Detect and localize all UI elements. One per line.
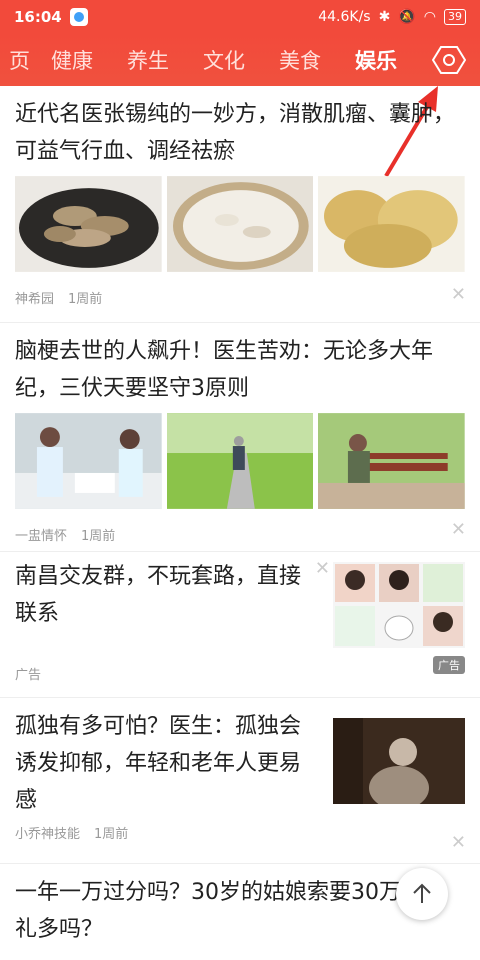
dismiss-icon[interactable]: ✕	[451, 284, 466, 305]
herb-slices-bowl-image	[15, 176, 162, 272]
back-to-top-button[interactable]	[396, 868, 448, 920]
herb-pieces-plate-image	[166, 176, 314, 272]
dismiss-icon[interactable]: ✕	[451, 519, 466, 540]
article-title[interactable]: 近代名医张锡纯的一妙方，消散肌瘤、囊肿，可益气行血、调经祛瘀	[15, 96, 465, 170]
article-images	[15, 176, 466, 272]
article-card[interactable]: 近代名医张锡纯的一妙方，消散肌瘤、囊肿，可益气行血、调经祛瘀 神希园 1周前 ✕	[0, 86, 480, 323]
article-title[interactable]: 脑梗去世的人飙升！医生苦劝：无论多大年纪，三伏天要坚守3原则	[15, 333, 465, 407]
dismiss-icon[interactable]: ✕	[315, 558, 330, 579]
app-notification-icon	[69, 8, 88, 26]
tab-food[interactable]: 美食	[262, 45, 338, 75]
lonely-elderly-image	[333, 718, 465, 804]
article-time: 1周前	[68, 291, 103, 307]
article-title[interactable]: 孤独有多可怕？医生：孤独会诱发抑郁，年轻和老年人更易感	[15, 708, 315, 819]
tab-home[interactable]: 页	[0, 45, 34, 75]
ad-badge[interactable]: 广告	[433, 656, 465, 674]
category-tab-bar: 页 健康 养生 文化 美食 娱乐	[0, 34, 480, 86]
battery-icon: 39	[444, 9, 466, 25]
article-card[interactable]: 脑梗去世的人飙升！医生苦劝：无论多大年纪，三伏天要坚守3原则 一盅情怀 1周前 …	[0, 323, 480, 552]
ad-card[interactable]: 南昌交友群，不玩套路，直接联系 ✕ 广告 广告	[0, 552, 480, 698]
news-feed: 近代名医张锡纯的一妙方，消散肌瘤、囊肿，可益气行血、调经祛瘀 神希园 1周前 ✕…	[0, 86, 480, 948]
article-source: 小乔神技能	[15, 826, 81, 842]
dried-herb-flakes-image	[318, 176, 466, 272]
article-meta: 小乔神技能 1周前	[15, 821, 465, 843]
status-right: 44.6K/s ✱ 🔕 ◠ 39	[318, 9, 466, 25]
settings-hexagon-icon[interactable]	[432, 45, 466, 75]
arrow-up-icon	[413, 883, 431, 903]
article-time: 1周前	[94, 826, 129, 842]
ad-label: 广告	[15, 667, 42, 683]
tab-wellness[interactable]: 养生	[110, 45, 186, 75]
elderly-walking-park-image	[166, 413, 314, 509]
ad-meta: 广告	[15, 662, 465, 684]
wifi-icon: ◠	[423, 9, 436, 25]
article-images	[15, 413, 466, 509]
ad-title[interactable]: 南昌交友群，不玩套路，直接联系	[15, 558, 305, 648]
mute-icon: 🔕	[398, 9, 416, 25]
article-source: 神希园	[15, 291, 55, 307]
article-meta: 一盅情怀 1周前	[15, 523, 465, 545]
hospital-room-image	[15, 413, 162, 509]
tab-entertainment[interactable]: 娱乐	[338, 45, 414, 75]
tab-health[interactable]: 健康	[34, 45, 110, 75]
status-time: 16:04	[14, 8, 62, 26]
article-meta: 神希园 1周前	[15, 286, 465, 308]
status-bar: 16:04 44.6K/s ✱ 🔕 ◠ 39	[0, 0, 480, 34]
article-source: 一盅情怀	[15, 528, 68, 544]
tab-culture[interactable]: 文化	[186, 45, 262, 75]
ad-thumbnail-image	[333, 562, 465, 648]
elderly-bench-image	[318, 413, 466, 509]
article-time: 1周前	[81, 528, 116, 544]
bluetooth-icon: ✱	[378, 9, 391, 25]
dismiss-icon[interactable]: ✕	[451, 832, 466, 853]
network-speed: 44.6K/s	[318, 9, 371, 25]
article-card[interactable]: 孤独有多可怕？医生：孤独会诱发抑郁，年轻和老年人更易感 小乔神技能 1周前 ✕	[0, 698, 480, 864]
